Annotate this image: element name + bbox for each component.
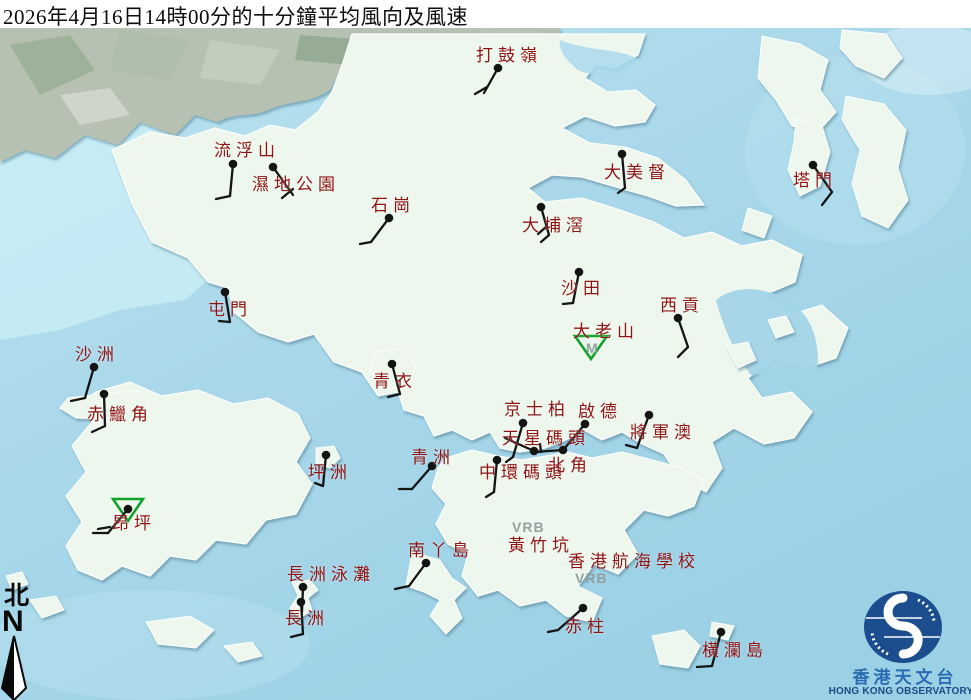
- hko-logo-icon: [864, 591, 942, 663]
- tai-po-kau-station-dot: [536, 202, 546, 212]
- ta-kwu-ling-station-dot: [493, 63, 503, 73]
- hko-logo-name-cn: 香港天文台: [852, 668, 958, 687]
- tai-mei-tuk-station-dot: [617, 149, 627, 159]
- wind-map-screen: 打鼓嶺 流浮山 濕地公園 石崗 大美督 塔門 大埔滘 沙田 西貢 屯門 大老山 M 沙洲 赤鱲角 青衣 京士柏…: [0, 0, 971, 700]
- central-pier-station-dot: [492, 455, 502, 465]
- lamma-island-station-dot: [421, 558, 431, 568]
- map-svg: [0, 25, 971, 700]
- sha-chau-station-dot: [89, 362, 99, 372]
- stanley-station-dot: [578, 603, 588, 613]
- title-bar: 2026年4月16日14時00分的十分鐘平均風向及風速: [0, 0, 971, 29]
- cheung-chau-station-dot: [296, 597, 306, 607]
- shek-kong-station-dot: [384, 213, 394, 223]
- north-point-station-dot: [558, 445, 568, 455]
- waglan-island-station-dot: [716, 627, 726, 637]
- green-island-station-dot: [427, 461, 437, 471]
- sha-tin-station-dot: [574, 267, 584, 277]
- wetland-park-station-dot: [268, 162, 278, 172]
- tseung-kwan-o-station-dot: [644, 410, 654, 420]
- ngong-ping-station-dot: [123, 504, 133, 514]
- cheung-chau-beach-station-dot: [298, 582, 308, 592]
- waglan-island-wind-barb: [695, 664, 714, 669]
- peng-chau-station-dot: [321, 450, 331, 460]
- sha-tin-wind-barb: [561, 301, 575, 306]
- kings-park-station-dot: [518, 418, 528, 428]
- tuen-mun-wind-barb: [217, 319, 232, 324]
- tuen-mun-station-dot: [220, 287, 230, 297]
- hko-logo-name-en: HONG KONG OBSERVATORY: [828, 686, 971, 697]
- page-title: 2026年4月16日14時00分的十分鐘平均風向及風速: [3, 5, 468, 29]
- chek-lap-kok-wind-barb: [102, 392, 107, 428]
- sai-kung-station-dot: [673, 313, 683, 323]
- tap-mun-station-dot: [808, 160, 818, 170]
- lau-fau-shan-station-dot: [228, 159, 238, 169]
- kai-tak-station-dot: [580, 419, 590, 429]
- chek-lap-kok-station-dot: [99, 389, 109, 399]
- north-point-wind-barb: [538, 442, 543, 454]
- tsing-yi-station-dot: [387, 359, 397, 369]
- map-canvas: 打鼓嶺 流浮山 濕地公園 石崗 大美督 塔門 大埔滘 沙田 西貢 屯門 大老山 M 沙洲 赤鱲角 青衣 京士柏…: [0, 0, 971, 700]
- compass-north-letter: N: [2, 605, 24, 638]
